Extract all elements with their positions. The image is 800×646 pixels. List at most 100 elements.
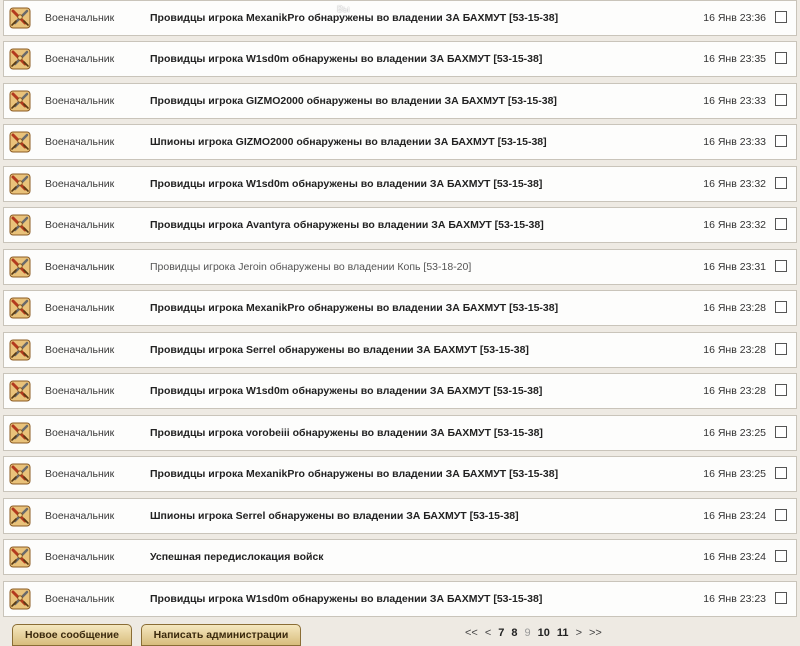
crossed-swords-icon [9, 214, 31, 236]
crossed-swords-icon [9, 256, 31, 278]
message-sender: Военачальник [45, 95, 115, 107]
crossed-swords-icon [9, 7, 31, 29]
crossed-swords-icon [9, 588, 31, 610]
message-sender: Военачальник [45, 219, 115, 231]
message-subject-link[interactable]: Провидцы игрока W1sd0m обнаружены во вла… [150, 42, 542, 76]
message-select-checkbox[interactable] [775, 301, 787, 313]
message-row[interactable]: Военачальник Провидцы игрока W1sd0m обнар… [3, 373, 797, 409]
pager-page-10[interactable]: 10 [538, 626, 550, 640]
message-subject-link[interactable]: Успешная передислокация войск [150, 540, 324, 574]
message-date: 16 Янв 23:36 [703, 12, 766, 24]
message-date: 16 Янв 23:32 [703, 219, 766, 231]
message-date: 16 Янв 23:33 [703, 136, 766, 148]
message-date: 16 Янв 23:28 [703, 385, 766, 397]
message-date: 16 Янв 23:23 [703, 593, 766, 605]
message-date: 16 Янв 23:25 [703, 468, 766, 480]
message-select-checkbox[interactable] [775, 218, 787, 230]
message-subject-link[interactable]: Шпионы игрока GIZMO2000 обнаружены во вл… [150, 125, 547, 159]
message-subject-link[interactable]: Провидцы игрока W1sd0m обнаружены во вла… [150, 582, 542, 616]
message-row[interactable]: Военачальник Провидцы игрока W1sd0m обнар… [3, 166, 797, 202]
message-subject-link[interactable]: Шпионы игрока Serrel обнаружены во владе… [150, 499, 519, 533]
pager-prev-button[interactable]: < [485, 626, 491, 640]
message-select-checkbox[interactable] [775, 52, 787, 64]
message-row[interactable]: Военачальник Успешная передислокация войс… [3, 539, 797, 575]
message-row[interactable]: Военачальник Провидцы игрока GIZMO2000 об… [3, 83, 797, 119]
message-subject-link[interactable]: Провидцы игрока MexanikPro обнаружены во… [150, 457, 558, 491]
message-row[interactable]: Военачальник Провидцы игрока W1sd0m обнар… [3, 41, 797, 77]
message-subject-link[interactable]: Провидцы игрока MexanikPro обнаружены во… [150, 1, 558, 35]
message-sender: Военачальник [45, 551, 115, 563]
new-message-button[interactable]: Новое сообщение [12, 624, 132, 646]
pager-page-11[interactable]: 11 [557, 626, 569, 640]
message-sender: Военачальник [45, 385, 115, 397]
pager-last-button[interactable]: >> [589, 626, 602, 640]
message-sender: Военачальник [45, 427, 115, 439]
crossed-swords-icon [9, 422, 31, 444]
crossed-swords-icon [9, 173, 31, 195]
crossed-swords-icon [9, 131, 31, 153]
message-sender: Военачальник [45, 53, 115, 65]
message-sender: Военачальник [45, 12, 115, 24]
message-subject-link[interactable]: Провидцы игрока W1sd0m обнаружены во вла… [150, 167, 542, 201]
message-select-checkbox[interactable] [775, 177, 787, 189]
pager-page-current: 9 [524, 627, 531, 639]
message-select-checkbox[interactable] [775, 426, 787, 438]
message-subject-link[interactable]: Провидцы игрока MexanikPro обнаружены во… [150, 291, 558, 325]
pager-page-8[interactable]: 8 [511, 626, 517, 640]
message-sender: Военачальник [45, 178, 115, 190]
pager-page-7[interactable]: 7 [498, 626, 504, 640]
message-select-checkbox[interactable] [775, 467, 787, 479]
crossed-swords-icon [9, 505, 31, 527]
message-row[interactable]: Военачальник Шпионы игрока GIZMO2000 обна… [3, 124, 797, 160]
crossed-swords-icon [9, 90, 31, 112]
message-subject-link[interactable]: Провидцы игрока Jeroin обнаружены во вла… [150, 250, 471, 284]
write-admin-button[interactable]: Написать администрации [141, 624, 301, 646]
message-select-checkbox[interactable] [775, 343, 787, 355]
message-sender: Военачальник [45, 344, 115, 356]
pagination: << < 7 8 9 10 11 > >> [465, 626, 602, 640]
message-row[interactable]: Военачальник Провидцы игрока MexanikPro о… [3, 290, 797, 326]
bottom-toolbar: Новое сообщение Написать администрации <… [0, 620, 800, 646]
message-select-checkbox[interactable] [775, 509, 787, 521]
pager-first-button[interactable]: << [465, 626, 478, 640]
message-sender: Военачальник [45, 302, 115, 314]
message-row[interactable]: Военачальник Шпионы игрока Serrel обнаруж… [3, 498, 797, 534]
crossed-swords-icon [9, 339, 31, 361]
message-sender: Военачальник [45, 510, 115, 522]
message-date: 16 Янв 23:24 [703, 551, 766, 563]
message-row[interactable]: Военачальник Провидцы игрока Serrel обнар… [3, 332, 797, 368]
message-date: 16 Янв 23:25 [703, 427, 766, 439]
crossed-swords-icon [9, 546, 31, 568]
message-row[interactable]: Военачальник Провидцы игрока Jeroin обнар… [3, 249, 797, 285]
message-subject-link[interactable]: Провидцы игрока Avantyra обнаружены во в… [150, 208, 544, 242]
crossed-swords-icon [9, 463, 31, 485]
message-row[interactable]: Военачальник Провидцы игрока W1sd0m обнар… [3, 581, 797, 617]
message-sender: Военачальник [45, 261, 115, 273]
message-sender: Военачальник [45, 593, 115, 605]
message-date: 16 Янв 23:28 [703, 344, 766, 356]
message-date: 16 Янв 23:35 [703, 53, 766, 65]
message-row[interactable]: Военачальник Провидцы игрока Avantyra обн… [3, 207, 797, 243]
message-select-checkbox[interactable] [775, 550, 787, 562]
pager-next-button[interactable]: > [576, 626, 582, 640]
message-select-checkbox[interactable] [775, 384, 787, 396]
crossed-swords-icon [9, 48, 31, 70]
message-row[interactable]: Военачальник Провидцы игрока MexanikPro о… [3, 456, 797, 492]
message-select-checkbox[interactable] [775, 260, 787, 272]
message-subject-link[interactable]: Провидцы игрока W1sd0m обнаружены во вла… [150, 374, 542, 408]
message-row[interactable]: Военачальник Провидцы игрока MexanikPro о… [3, 0, 797, 36]
message-sender: Военачальник [45, 136, 115, 148]
message-select-checkbox[interactable] [775, 592, 787, 604]
message-subject-link[interactable]: Провидцы игрока Serrel обнаружены во вла… [150, 333, 529, 367]
message-date: 16 Янв 23:28 [703, 302, 766, 314]
message-sender: Военачальник [45, 468, 115, 480]
message-subject-link[interactable]: Провидцы игрока vorobeiii обнаружены во … [150, 416, 543, 450]
message-select-checkbox[interactable] [775, 11, 787, 23]
crossed-swords-icon [9, 380, 31, 402]
message-date: 16 Янв 23:33 [703, 95, 766, 107]
message-select-checkbox[interactable] [775, 135, 787, 147]
message-row[interactable]: Военачальник Провидцы игрока vorobeiii об… [3, 415, 797, 451]
message-date: 16 Янв 23:31 [703, 261, 766, 273]
message-subject-link[interactable]: Провидцы игрока GIZMO2000 обнаружены во … [150, 84, 557, 118]
message-select-checkbox[interactable] [775, 94, 787, 106]
